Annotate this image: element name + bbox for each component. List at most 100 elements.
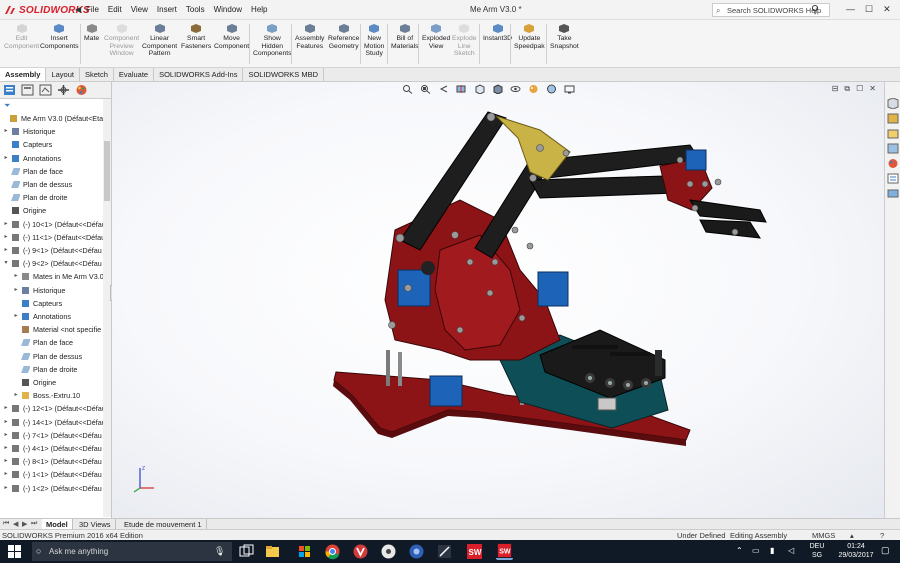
- filter-icon[interactable]: ⏷: [0, 99, 111, 112]
- menu-view[interactable]: View: [131, 5, 148, 14]
- network-app-icon[interactable]: [408, 543, 425, 560]
- reference-geometry-button[interactable]: Reference Geometry: [328, 23, 359, 50]
- action-center-icon[interactable]: ▢: [881, 545, 890, 556]
- tree-expand-toggle-icon[interactable]: ▸: [3, 416, 9, 429]
- tree-item[interactable]: ▸ (-) 1<1> (Défaut<<Défau: [0, 468, 104, 481]
- cortana-search-input[interactable]: ○ Ask me anything 🎙: [32, 542, 232, 561]
- tree-item[interactable]: ▸ (-) 14<1> (Défaut<<Défau: [0, 416, 104, 429]
- tree-item[interactable]: ▸ Boss.-Extru.10: [0, 389, 104, 402]
- tree-item[interactable]: ▸ (-) 11<1> (Défaut<<Défau: [0, 231, 104, 244]
- tree-item[interactable]: ▸ Annotations: [0, 310, 104, 323]
- menu-edit[interactable]: Edit: [108, 5, 122, 14]
- tree-item[interactable]: Capteurs: [0, 297, 104, 310]
- disc-app-icon[interactable]: [380, 543, 397, 560]
- tree-item[interactable]: Plan de face: [0, 336, 104, 349]
- search-button-icon[interactable]: ⚲: [811, 3, 819, 16]
- next-tab-arrow-icon[interactable]: ▶: [22, 520, 27, 528]
- vivaldi-icon[interactable]: [352, 543, 369, 560]
- motion-study-button[interactable]: New Motion Study: [364, 23, 384, 58]
- tree-item[interactable]: Origine: [0, 204, 104, 217]
- tree-expand-toggle-icon[interactable]: ▸: [13, 310, 19, 323]
- tree-expand-toggle-icon[interactable]: ▸: [13, 270, 19, 283]
- tree-item[interactable]: ▸ (-) 8<1> (Défaut<<Défau: [0, 455, 104, 468]
- pen-app-icon[interactable]: [436, 543, 453, 560]
- configuration-manager-tab-icon[interactable]: [39, 84, 52, 96]
- tree-expand-toggle-icon[interactable]: ▸: [3, 442, 9, 455]
- tree-item[interactable]: Plan de dessus: [0, 178, 104, 191]
- maximize-icon[interactable]: ☐: [865, 4, 873, 15]
- display-manager-tab-icon[interactable]: [75, 84, 88, 96]
- tree-item[interactable]: Plan de droite: [0, 363, 104, 376]
- tree-expand-toggle-icon[interactable]: ▸: [3, 429, 9, 442]
- tree-item[interactable]: ▸ (-) 12<1> (Défaut<<Défau: [0, 402, 104, 415]
- tree-item[interactable]: Capteurs: [0, 138, 104, 151]
- tab-solidworks-mbd[interactable]: SOLIDWORKS MBD: [243, 68, 325, 81]
- move-component-button[interactable]: Move Component: [214, 23, 249, 50]
- minimize-icon[interactable]: —: [846, 4, 855, 15]
- shoulder-servo[interactable]: [397, 269, 431, 307]
- show-hidden-button[interactable]: Show Hidden Components: [253, 23, 292, 58]
- mate-button[interactable]: Mate: [84, 23, 99, 43]
- feature-manager-tab-icon[interactable]: [3, 84, 16, 96]
- speedpak-button[interactable]: Update Speedpak: [514, 23, 545, 50]
- tree-expand-toggle-icon[interactable]: ▸: [3, 455, 9, 468]
- menu-tools[interactable]: Tools: [186, 5, 205, 14]
- tree-item[interactable]: Plan de dessus: [0, 350, 104, 363]
- menu-window[interactable]: Window: [214, 5, 242, 14]
- bill-of-materials-button[interactable]: Bill of Materials: [391, 23, 419, 50]
- tree-item[interactable]: ▸ Mates in Me Arm V3.0: [0, 270, 104, 283]
- tree-item[interactable]: ▸ Historique: [0, 125, 104, 138]
- wrist-servo[interactable]: [685, 149, 707, 171]
- robot-arm-3d-model[interactable]: [112, 82, 884, 518]
- gripper-jaw-upper[interactable]: [689, 199, 767, 223]
- chrome-icon[interactable]: [324, 543, 341, 560]
- custom-properties-icon[interactable]: [887, 173, 899, 184]
- gripper-jaw-lower[interactable]: [699, 219, 761, 239]
- file-explorer-icon[interactable]: [887, 128, 899, 139]
- graphics-area[interactable]: ⊟ ⧉ ☐ ✕ Z: [112, 82, 884, 518]
- solidworks-resources-icon[interactable]: [887, 98, 899, 109]
- smart-fasteners-button[interactable]: Smart Fasteners: [181, 23, 211, 50]
- instant3d-button[interactable]: Instant3D: [483, 23, 512, 43]
- prev-tab-arrow-icon[interactable]: ◀: [13, 520, 18, 528]
- last-tab-arrow-icon[interactable]: ⏭: [31, 520, 37, 528]
- tree-item[interactable]: Origine: [0, 376, 104, 389]
- tree-item[interactable]: ▸ (-) 10<1> (Défaut<<Défau: [0, 218, 104, 231]
- tree-item[interactable]: ▸ (-) 9<1> (Défaut<<Défau: [0, 244, 104, 257]
- appearances-icon[interactable]: [887, 158, 899, 169]
- network-icon[interactable]: ▭: [752, 546, 760, 555]
- menu-insert[interactable]: Insert: [157, 5, 177, 14]
- elbow-servo[interactable]: [537, 271, 569, 307]
- scrollbar-thumb[interactable]: [104, 141, 110, 201]
- battery-icon[interactable]: ▮: [770, 546, 774, 555]
- tree-item[interactable]: Plan de droite: [0, 191, 104, 204]
- tree-item[interactable]: ▸ Annotations: [0, 152, 104, 165]
- base-servo[interactable]: [429, 375, 463, 407]
- linear-pattern-button[interactable]: Linear Component Pattern: [142, 23, 177, 58]
- store-icon[interactable]: [296, 543, 313, 560]
- menu-flyout-arrow-icon[interactable]: ◀: [75, 5, 81, 14]
- solidworks-taskbar-icon-2[interactable]: SW: [496, 543, 513, 560]
- insert-components-button[interactable]: Insert Components: [40, 23, 79, 50]
- tree-item[interactable]: ▸ (-) 4<1> (Défaut<<Défau: [0, 442, 104, 455]
- system-clock[interactable]: 01:24 29/03/2017: [836, 542, 876, 560]
- snapshot-button[interactable]: Take Snapshot: [550, 23, 579, 50]
- solidworks-taskbar-icon-1[interactable]: SW: [466, 543, 483, 560]
- tree-expand-toggle-icon[interactable]: ▸: [3, 218, 9, 231]
- tree-expand-toggle-icon[interactable]: ▸: [13, 284, 19, 297]
- volume-icon[interactable]: ◁: [788, 546, 794, 555]
- menu-help[interactable]: Help: [251, 5, 267, 14]
- tab-evaluate[interactable]: Evaluate: [114, 68, 155, 81]
- tree-expand-toggle-icon[interactable]: ▸: [3, 402, 9, 415]
- tree-expand-toggle-icon[interactable]: ▸: [3, 244, 9, 257]
- input-language[interactable]: DEU SG: [808, 542, 826, 560]
- dimxpert-tab-icon[interactable]: [57, 84, 70, 96]
- tab-assembly[interactable]: Assembly: [0, 68, 47, 81]
- task-view-icon[interactable]: [238, 543, 255, 560]
- menu-file[interactable]: File: [86, 5, 99, 14]
- tab-solidworks-add-ins[interactable]: SOLIDWORKS Add-Ins: [154, 68, 244, 81]
- windows-start-icon[interactable]: [8, 545, 21, 558]
- tree-expand-toggle-icon[interactable]: ▸: [3, 231, 9, 244]
- tree-expand-toggle-icon[interactable]: ▸: [3, 152, 9, 165]
- tree-item[interactable]: ▸ (-) 1<2> (Défaut<<Défau: [0, 482, 104, 495]
